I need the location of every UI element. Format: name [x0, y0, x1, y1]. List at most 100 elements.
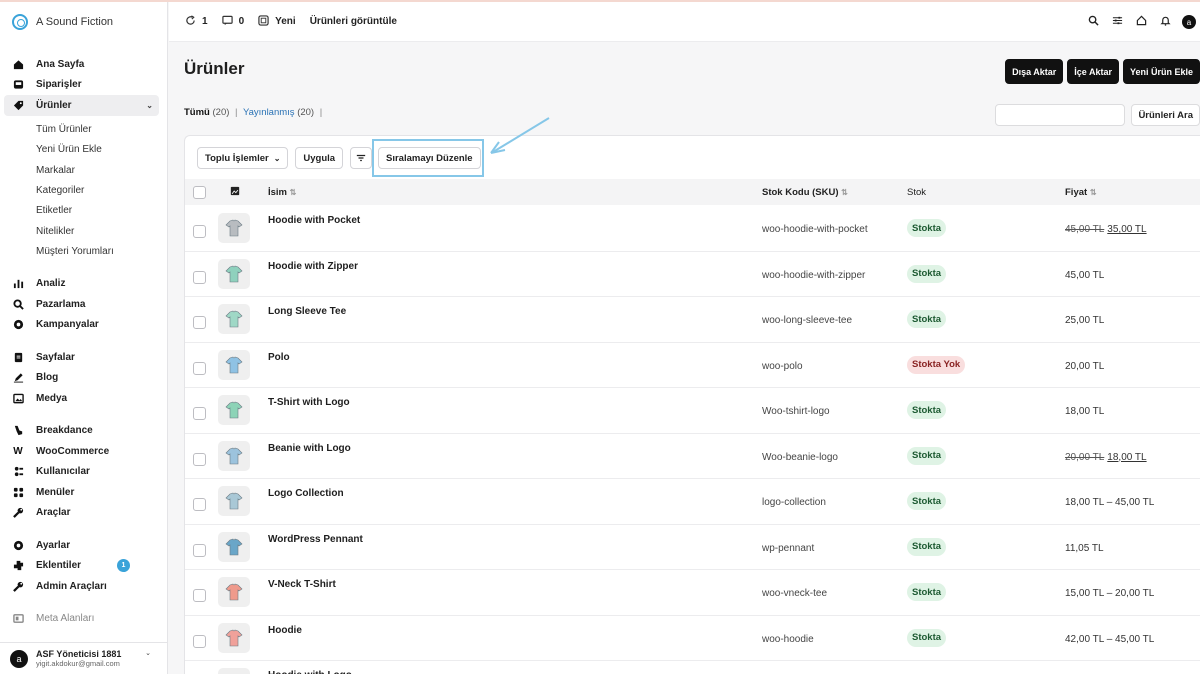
view-products-link[interactable]: Ürünleri görüntüle [310, 16, 397, 27]
table-row[interactable]: Hoodie with Logo [185, 661, 1200, 674]
product-name-link[interactable]: Hoodie with Zipper [268, 261, 358, 272]
sidebar-item-label: Eklentiler [36, 560, 82, 572]
product-thumbnail[interactable] [218, 304, 250, 334]
avatar[interactable]: a [1182, 15, 1196, 29]
sort-icon: ⇅ [1089, 187, 1097, 197]
table-row[interactable]: Beanie with Logo Woo-beanie-logo Stokta 20,… [185, 434, 1200, 479]
product-name-link[interactable]: Hoodie with Pocket [268, 215, 360, 226]
sidebar-item-dashboard[interactable]: Ana Sayfa [0, 54, 159, 75]
subnav-all-products[interactable]: Tüm Ürünler [0, 120, 167, 140]
sidebar-item-label: Analiz [36, 278, 66, 290]
edit-sort-button[interactable]: Sıralamayı Düzenle [378, 147, 481, 169]
user-profile[interactable]: a ASF Yöneticisi 1881 yigit.akdokur@gmai… [0, 642, 167, 674]
product-thumbnail[interactable] [218, 440, 250, 471]
product-thumbnail[interactable] [218, 486, 250, 516]
column-price[interactable]: Fiyat ⇅ [1065, 187, 1097, 198]
table-row[interactable]: Hoodie with Pocket woo-hoodie-with-pocket… [185, 206, 1200, 252]
product-name-link[interactable]: T-Shirt with Logo [268, 397, 350, 408]
product-name-link[interactable]: WordPress Pennant [268, 534, 363, 545]
row-checkbox[interactable] [193, 634, 206, 648]
product-name-link[interactable]: Beanie with Logo [268, 443, 351, 454]
row-checkbox[interactable] [193, 316, 206, 329]
sidebar-item-plugins[interactable]: Eklentiler 1 [0, 556, 159, 577]
regular-price: 20,00 TL [1065, 451, 1105, 463]
new-link[interactable]: Yeni [258, 14, 296, 29]
row-checkbox[interactable] [193, 361, 206, 375]
sidebar-item-woocommerce[interactable]: W WooCommerce [0, 441, 159, 462]
sidebar-item-meta-fields[interactable]: Meta Alanları [0, 609, 159, 630]
row-checkbox[interactable] [193, 407, 206, 420]
subnav-attributes[interactable]: Nitelikler [0, 221, 167, 241]
sidebar-item-products[interactable]: Ürünler ⌄ [4, 95, 159, 116]
sidebar-item-pages[interactable]: Sayfalar [0, 347, 159, 368]
sidebar-item-tools[interactable]: Araçlar [0, 503, 159, 524]
comments-link[interactable]: 0 [221, 15, 244, 29]
bell-icon[interactable] [1154, 15, 1176, 29]
product-thumbnail[interactable] [218, 258, 250, 289]
sidebar-item-campaigns[interactable]: Kampanyalar [0, 315, 159, 336]
sliders-icon[interactable] [1106, 15, 1128, 29]
sidebar-item-orders[interactable]: Siparişler [0, 75, 159, 96]
sidebar-item-marketing[interactable]: Pazarlama [0, 294, 159, 315]
column-name[interactable]: İsim ⇅ [268, 187, 296, 198]
product-thumbnail[interactable] [218, 395, 250, 425]
export-button[interactable]: Dışa Aktar [1005, 59, 1064, 84]
product-thumbnail[interactable] [218, 577, 250, 607]
column-sku[interactable]: Stok Kodu (SKU) ⇅ [762, 187, 848, 198]
row-checkbox[interactable] [193, 543, 206, 557]
row-checkbox[interactable] [193, 225, 206, 238]
product-thumbnail[interactable] [218, 349, 250, 380]
table-row[interactable]: Hoodie woo-hoodie Stokta 42,00 TL – 45,00 T… [185, 616, 1200, 661]
subnav-reviews[interactable]: Müşteri Yorumları [0, 241, 167, 261]
table-row[interactable]: Hoodie with Zipper woo-hoodie-with-zipper… [185, 252, 1200, 297]
row-checkbox[interactable] [193, 498, 206, 511]
new-label: Yeni [275, 16, 296, 27]
filter-published[interactable]: Yayınlanmış [243, 107, 295, 118]
table-row[interactable]: WordPress Pennant wp-pennant Stokta 11,05 T… [185, 525, 1200, 570]
product-name-link[interactable]: Hoodie [268, 625, 302, 636]
select-all-checkbox[interactable] [193, 186, 206, 199]
subnav-categories[interactable]: Kategoriler [0, 180, 167, 200]
product-name-link[interactable]: Logo Collection [268, 488, 344, 499]
product-thumbnail[interactable] [218, 622, 250, 653]
row-checkbox[interactable] [193, 452, 206, 466]
sidebar-item-media[interactable]: Medya [0, 388, 159, 409]
subnav-add-product[interactable]: Yeni Ürün Ekle [0, 140, 167, 160]
filter-all[interactable]: Tümü [184, 107, 210, 118]
import-button[interactable]: İçe Aktar [1067, 59, 1119, 84]
brand[interactable]: A Sound Fiction [0, 2, 167, 42]
row-checkbox[interactable] [193, 589, 206, 602]
filter-icon[interactable] [350, 147, 373, 169]
table-row[interactable]: Polo woo-polo Stokta Yok 20,00 TL [185, 343, 1200, 388]
sidebar-item-admin-tools[interactable]: Admin Araçları [0, 576, 159, 597]
table-row[interactable]: T-Shirt with Logo Woo-tshirt-logo Stokta 18… [185, 388, 1200, 434]
subnav-tags[interactable]: Etiketler [0, 201, 167, 221]
sidebar-item-menus[interactable]: Menüler [0, 482, 159, 503]
search-icon[interactable] [1082, 15, 1104, 29]
row-checkbox[interactable] [193, 270, 206, 284]
product-name-link[interactable]: Hoodie with Logo [268, 670, 352, 674]
search-input[interactable] [995, 104, 1126, 126]
product-thumbnail[interactable] [218, 531, 250, 562]
product-name-link[interactable]: Long Sleeve Tee [268, 306, 346, 317]
updates-link[interactable]: 1 [185, 14, 208, 29]
add-product-button[interactable]: Yeni Ürün Ekle [1122, 59, 1200, 84]
subnav-brands[interactable]: Markalar [0, 160, 167, 180]
sidebar-item-settings[interactable]: Ayarlar [0, 535, 159, 556]
table-row[interactable]: Long Sleeve Tee woo-long-sleeve-tee Stokta… [185, 297, 1200, 343]
sidebar-item-breakdance[interactable]: Breakdance [0, 421, 159, 442]
sidebar-item-analytics[interactable]: Analiz [0, 274, 159, 295]
sidebar-item-users[interactable]: Kullanıcılar [0, 462, 159, 483]
product-name-link[interactable]: V-Neck T-Shirt [268, 579, 336, 590]
product-thumbnail[interactable] [218, 668, 250, 674]
product-name-link[interactable]: Polo [268, 352, 290, 363]
product-sku: Woo-tshirt-logo [762, 406, 830, 417]
apply-button[interactable]: Uygula [295, 147, 344, 169]
product-thumbnail[interactable] [218, 213, 250, 243]
search-products-button[interactable]: Ürünleri Ara [1131, 104, 1200, 126]
home-icon[interactable] [1130, 15, 1152, 29]
table-row[interactable]: Logo Collection logo-collection Stokta 18,0… [185, 479, 1200, 525]
bulk-actions-select[interactable]: Toplu İşlemler ⌄ [197, 147, 289, 169]
sidebar-item-blog[interactable]: Blog [0, 368, 159, 389]
table-row[interactable]: V-Neck T-Shirt woo-vneck-tee Stokta 15,00 T… [185, 570, 1200, 616]
